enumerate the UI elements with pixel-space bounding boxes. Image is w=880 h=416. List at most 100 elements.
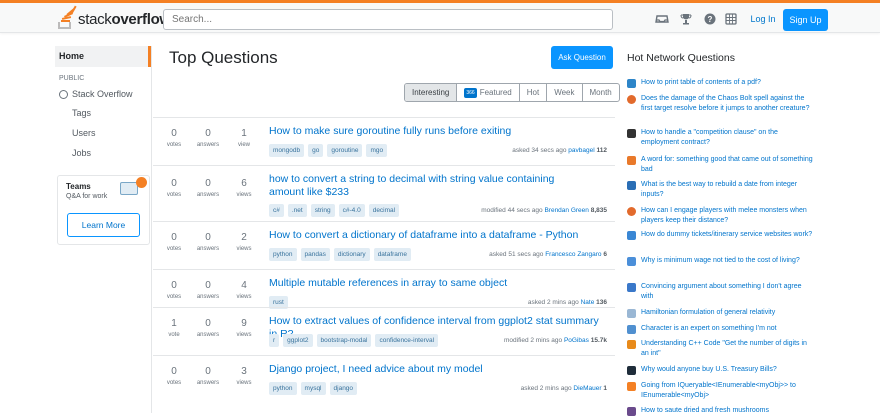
hot-question-link[interactable]: Why would anyone buy U.S. Treasury Bills… (641, 365, 813, 375)
tag-chip[interactable]: .net (287, 204, 307, 217)
vote-count: 0 votes (159, 178, 189, 198)
question-user-link[interactable]: Brendan Green (544, 207, 588, 214)
question-meta: modified 2 mins ago PoGibas 15.7k (504, 337, 607, 344)
tab-featured[interactable]: 366 Featured (457, 84, 520, 101)
signup-button[interactable]: Sign Up (783, 9, 828, 31)
hot-question-link[interactable]: How can I engage players with melee mons… (641, 206, 813, 225)
hot-question-link[interactable]: What is the best way to rebuild a date f… (641, 180, 813, 199)
hot-question-link[interactable]: Does the damage of the Chaos Bolt spell … (641, 94, 813, 113)
tag-chip[interactable]: mgo (366, 144, 388, 157)
cooking-icon (627, 407, 636, 416)
hot-question-link[interactable]: Convincing argument about something I do… (641, 282, 813, 301)
search-input[interactable] (163, 9, 613, 30)
hot-question-link[interactable]: How to saute dried and fresh mushrooms (641, 406, 813, 416)
question-user-link[interactable]: PoGibas (564, 337, 589, 344)
tag-chip[interactable]: python (269, 382, 297, 395)
answer-count-label: answers (196, 142, 220, 148)
english-icon (627, 156, 636, 165)
tag-chip[interactable]: r (269, 334, 280, 347)
question-user-link[interactable]: DieMauer (573, 385, 601, 392)
user-reputation: 8,835 (590, 207, 607, 214)
tag-chip[interactable]: string (310, 204, 335, 217)
hot-question-link[interactable]: How to print table of contents of a pdf? (641, 78, 813, 88)
tag-chip[interactable]: mysql (300, 382, 326, 395)
economics-icon (627, 257, 636, 266)
view-count-number: 4 (241, 280, 247, 291)
answer-count: 0 answers (193, 280, 223, 300)
tag-chip[interactable]: confidence-interval (375, 334, 439, 347)
answer-count-number: 0 (205, 178, 211, 189)
page-title: Top Questions (169, 48, 278, 67)
tag-chip[interactable]: goroutine (327, 144, 363, 157)
question-user-link[interactable]: pavbagel (568, 147, 594, 154)
view-count: 1 view (229, 128, 259, 148)
question-title-link[interactable]: Django project, I need advice about my m… (269, 363, 599, 376)
tab-month[interactable]: Month (583, 84, 619, 101)
tab-interesting[interactable]: Interesting (405, 84, 458, 101)
tab-hot[interactable]: Hot (520, 84, 548, 101)
vote-count-label: votes (166, 294, 182, 300)
trophy-icon[interactable] (679, 12, 693, 26)
hot-question-link[interactable]: How to handle a "competition clause" on … (641, 128, 813, 147)
tag-chip[interactable]: dictionary (333, 248, 370, 261)
learn-more-button[interactable]: Learn More (67, 213, 140, 237)
tab-week[interactable]: Week (547, 84, 583, 101)
question-meta: modified 44 secs ago Brendan Green 8,835 (481, 207, 607, 214)
ask-question-button[interactable]: Ask Question (551, 46, 613, 69)
inbox-icon[interactable] (655, 12, 669, 26)
hot-question-link[interactable]: How do dummy tickets/itinerary service w… (641, 230, 813, 240)
question-activity: asked 2 mins ago (520, 385, 572, 392)
nav-item-home[interactable]: Home (55, 46, 151, 67)
tag-chip[interactable]: go (308, 144, 324, 157)
interpersonal-icon (627, 283, 636, 292)
question-tags: c# .net string c#-4.0 decimal (269, 204, 400, 217)
tag-chip[interactable]: c# (269, 204, 284, 217)
answer-count-label: answers (196, 294, 220, 300)
question-title-link[interactable]: How to make sure goroutine fully runs be… (269, 125, 599, 138)
hot-question-link[interactable]: Character is an expert on something I'm … (641, 324, 813, 334)
view-count-label: views (236, 246, 252, 252)
help-icon[interactable]: ? (703, 12, 717, 26)
tag-chip[interactable]: bootstrap-modal (316, 334, 372, 347)
hot-question-link[interactable]: Why is minimum wage not tied to the cost… (641, 256, 813, 266)
view-count-label: views (236, 192, 252, 198)
hot-question-link[interactable]: A word for: something good that came out… (641, 155, 813, 174)
vote-count-number: 0 (171, 280, 177, 291)
question-user-link[interactable]: Francesco Zangaro (545, 251, 601, 258)
tag-chip[interactable]: decimal (368, 204, 400, 217)
question-user-link[interactable]: Nate (581, 299, 595, 306)
answer-count-label: answers (196, 332, 220, 338)
tag-chip[interactable]: ggplot2 (283, 334, 313, 347)
view-count-number: 3 (241, 366, 247, 377)
question-meta: asked 51 secs ago Francesco Zangaro 6 (489, 251, 607, 258)
nav-item-tags[interactable]: Tags (72, 103, 151, 123)
answer-count-number: 0 (205, 232, 211, 243)
login-button[interactable]: Log In (742, 9, 784, 30)
vote-count-label: vote (168, 332, 180, 338)
stackoverflow-logo[interactable]: stackoverflow (57, 5, 171, 31)
hot-question-link[interactable]: Understanding C++ Code "Get the number o… (641, 339, 813, 358)
answer-count-label: answers (196, 192, 220, 198)
tag-chip[interactable]: c#-4.0 (338, 204, 365, 217)
question-title-link[interactable]: How to convert a dictionary of dataframe… (269, 229, 599, 242)
tab-featured-label: Featured (479, 88, 512, 97)
question-row: 0 votes 0 answers 2 views How to convert a dic… (153, 221, 615, 269)
question-row: 0 votes 0 answers 1 view How to make sure goro… (153, 117, 615, 165)
question-row: 0 votes 0 answers 4 views Multiple mutable ref… (153, 269, 615, 309)
tag-chip[interactable]: pandas (300, 248, 330, 261)
hot-question-link[interactable]: Hamiltonian formulation of general relat… (641, 308, 813, 318)
tag-chip[interactable]: mongodb (269, 144, 305, 157)
vote-count-label: votes (166, 380, 182, 386)
site-switcher-icon[interactable] (724, 12, 738, 26)
answer-count-number: 0 (205, 128, 211, 139)
nav-item-stackoverflow[interactable]: Stack Overflow (59, 89, 151, 99)
tag-chip[interactable]: django (329, 382, 358, 395)
tag-chip[interactable]: python (269, 248, 297, 261)
hot-question-link[interactable]: Going from IQueryable<IEnumerable<myObj>… (641, 381, 813, 400)
nav-item-users[interactable]: Users (72, 123, 151, 143)
tag-chip[interactable]: dataframe (373, 248, 411, 261)
question-title-link[interactable]: how to convert a string to decimal with … (269, 173, 569, 199)
view-count-number: 6 (241, 178, 247, 189)
nav-item-jobs[interactable]: Jobs (72, 143, 151, 163)
question-title-link[interactable]: Multiple mutable references in array to … (269, 277, 599, 290)
